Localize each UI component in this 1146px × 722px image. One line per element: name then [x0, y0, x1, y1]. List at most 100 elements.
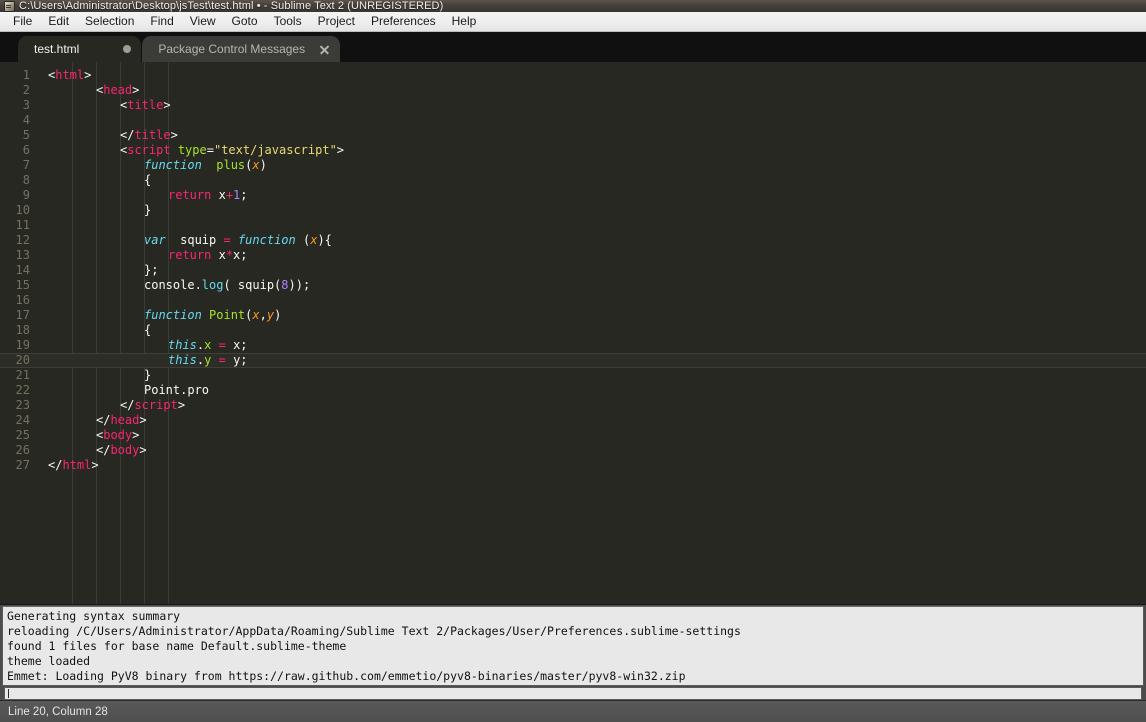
token-punct: ){ [317, 233, 332, 247]
menu-item-preferences[interactable]: Preferences [363, 12, 444, 31]
editor-area[interactable]: 1 <html> 2 <head> 3 <title> 4 5 </title> 6 <script… [0, 62, 1146, 604]
line-number: 12 [15, 233, 30, 247]
code-line[interactable]: 2 <head> [0, 83, 1146, 98]
status-bar: Line 20, Column 28 [0, 700, 1146, 722]
menu-item-project[interactable]: Project [310, 12, 363, 31]
console-output: Generating syntax summary reloading /C/Us… [2, 606, 1144, 686]
token-plain: )); [288, 278, 311, 292]
code-editor[interactable]: 1 <html> 2 <head> 3 <title> 4 5 </title> 6 <script… [0, 62, 1146, 604]
line-number: 22 [15, 383, 30, 397]
menu-item-goto[interactable]: Goto [224, 12, 266, 31]
line-number: 2 [22, 83, 30, 97]
code-line[interactable]: 27 </html> [0, 458, 1146, 473]
menu-item-find[interactable]: Find [142, 12, 181, 31]
line-number: 5 [22, 128, 30, 142]
code-line[interactable]: 6 <script type="text/javascript"> [0, 143, 1146, 158]
line-number: 20 [15, 353, 30, 367]
line-number: 3 [22, 98, 30, 112]
close-icon[interactable] [319, 44, 330, 55]
code-line[interactable]: 8{ [0, 173, 1146, 188]
token-punct: } [144, 368, 152, 382]
code-line[interactable]: 22 Point.pro [0, 383, 1146, 398]
token-kw: var [144, 233, 166, 247]
code-line[interactable]: 16 [0, 293, 1146, 308]
console-input[interactable] [4, 687, 1142, 700]
code-line[interactable]: 10} [0, 203, 1146, 218]
code-line[interactable]: 20 this.y = y; [0, 353, 1146, 368]
code-text: { [144, 173, 151, 188]
code-line[interactable]: 15 console.log( squip(8)); [0, 278, 1146, 293]
token-plain: x [211, 188, 226, 202]
token-tag: title [134, 128, 171, 142]
token-plain: ; [240, 188, 248, 202]
token-punct: , [259, 308, 267, 322]
tab-package-control-messages[interactable]: Package Control Messages [142, 36, 341, 62]
menu-item-view[interactable]: View [182, 12, 224, 31]
code-text: this.x = x; [168, 338, 248, 353]
tab-test-html[interactable]: test.html [18, 36, 142, 62]
menu-item-selection[interactable]: Selection [77, 12, 142, 31]
code-line[interactable]: 1 <html> [0, 68, 1146, 83]
code-line[interactable]: 7 function plus(x) [0, 158, 1146, 173]
code-line[interactable]: 18 { [0, 323, 1146, 338]
token-tag: script [127, 143, 171, 157]
token-punct: > [177, 398, 186, 412]
line-number: 7 [22, 158, 30, 172]
unsaved-changes-icon[interactable] [123, 45, 132, 53]
line-number: 13 [15, 248, 30, 262]
menu-item-file[interactable]: File [5, 12, 40, 31]
line-number: 8 [22, 173, 30, 187]
line-number: 1 [22, 68, 30, 82]
token-punct: = [206, 143, 214, 157]
line-number: 10 [15, 203, 30, 217]
code-line[interactable]: 17 function Point(x,y) [0, 308, 1146, 323]
menu-item-tools[interactable]: Tools [266, 12, 310, 31]
console-line: Generating syntax summary [7, 609, 181, 623]
code-line[interactable]: 9 return x+1; [0, 188, 1146, 203]
code-line[interactable]: 21} [0, 368, 1146, 383]
token-param: x [252, 308, 260, 322]
token-plain: console. [144, 278, 202, 292]
tab-bar: test.html Package Control Messages [0, 32, 1146, 62]
token-tag: script [134, 398, 178, 412]
line-number: 14 [15, 263, 30, 277]
token-plain: y; [225, 353, 248, 367]
code-text: </html> [48, 458, 99, 473]
code-text: return x*x; [168, 248, 248, 263]
code-line[interactable]: 12 var squip = function (x){ [0, 233, 1146, 248]
menu-item-help[interactable]: Help [444, 12, 485, 31]
token-punct: </ [96, 413, 111, 427]
code-line[interactable]: 4 [0, 113, 1146, 128]
code-text: { [144, 323, 151, 338]
line-number: 18 [15, 323, 30, 337]
line-number: 4 [22, 113, 30, 127]
menu-item-edit[interactable]: Edit [40, 12, 77, 31]
code-line[interactable]: 5 </title> [0, 128, 1146, 143]
code-text: this.y = y; [168, 353, 248, 368]
line-number: 15 [15, 278, 30, 292]
token-op: * [225, 248, 234, 262]
status-cursor-position[interactable]: Line 20, Column 28 [8, 702, 108, 722]
code-line[interactable]: 25 <body> [0, 428, 1146, 443]
code-line[interactable]: 14}; [0, 263, 1146, 278]
line-number: 17 [15, 308, 30, 322]
code-line[interactable]: 11 [0, 218, 1146, 233]
token-op: + [225, 188, 234, 202]
token-punct: { [144, 173, 152, 187]
code-line[interactable]: 23 </script> [0, 398, 1146, 413]
code-line[interactable]: 13 return x*x; [0, 248, 1146, 263]
token-op: = [218, 338, 226, 352]
text-caret [8, 689, 9, 698]
code-line[interactable]: 19 this.x = x; [0, 338, 1146, 353]
token-punct: > [163, 98, 171, 112]
code-line[interactable]: 26 </body> [0, 443, 1146, 458]
token-kw: this [168, 338, 197, 352]
code-line[interactable]: 24 </head> [0, 413, 1146, 428]
token-fn: Point [209, 308, 246, 322]
token-punct: }; [144, 263, 159, 277]
token-tag: head [103, 83, 133, 97]
token-punct: { [144, 323, 152, 337]
code-line[interactable]: 3 <title> [0, 98, 1146, 113]
